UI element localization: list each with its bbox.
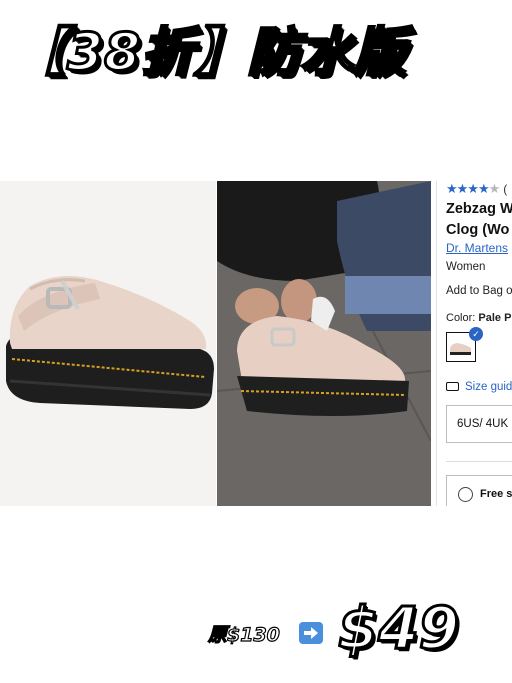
product-photo-lifestyle	[217, 181, 431, 506]
size-guide-label: Size guid	[465, 381, 512, 393]
lifestyle-illustration	[217, 181, 431, 506]
product-title: Zebzag W Clog (Wo	[446, 199, 512, 241]
clog-illustration	[0, 181, 216, 506]
ruler-icon	[446, 382, 459, 391]
color-value: Pale Pin	[478, 312, 512, 324]
stars-filled: ★★★★	[446, 181, 490, 196]
shipping-option[interactable]: Free sh	[446, 475, 512, 506]
shipping-radio[interactable]	[458, 487, 473, 502]
rating-stars[interactable]: ★★★★★(	[446, 181, 507, 197]
check-icon: ✓	[469, 327, 483, 341]
shipping-label: Free sh	[480, 488, 512, 500]
arrow-glyph	[304, 627, 318, 639]
panel-divider	[436, 181, 437, 506]
add-to-bag-text: Add to Bag o	[446, 285, 512, 297]
gender-label: Women	[446, 261, 486, 273]
product-title-line-2: Clog (Wo	[446, 222, 510, 238]
color-label: Color:	[446, 312, 479, 324]
size-guide-link[interactable]: Size guid	[446, 381, 512, 393]
sale-price: $49	[336, 593, 460, 664]
rating-count: (	[503, 182, 507, 196]
star-empty-icon: ★	[488, 181, 501, 196]
product-photo-studio	[0, 181, 216, 506]
section-divider	[446, 461, 512, 462]
right-arrow-icon	[299, 622, 323, 644]
color-row: Color: Pale Pin	[446, 312, 512, 324]
product-title-line-1: Zebzag W	[446, 201, 512, 217]
headline-text: 【38折】防水版	[12, 22, 407, 85]
original-price: 原$130	[207, 623, 280, 646]
size-select[interactable]: 6US/ 4UK	[446, 405, 512, 443]
brand-link[interactable]: Dr. Martens	[446, 241, 508, 255]
product-info-panel: ★★★★★( Zebzag W Clog (Wo Dr. Martens Wom…	[436, 181, 512, 506]
headline-banner: 【38折】防水版	[12, 18, 454, 88]
